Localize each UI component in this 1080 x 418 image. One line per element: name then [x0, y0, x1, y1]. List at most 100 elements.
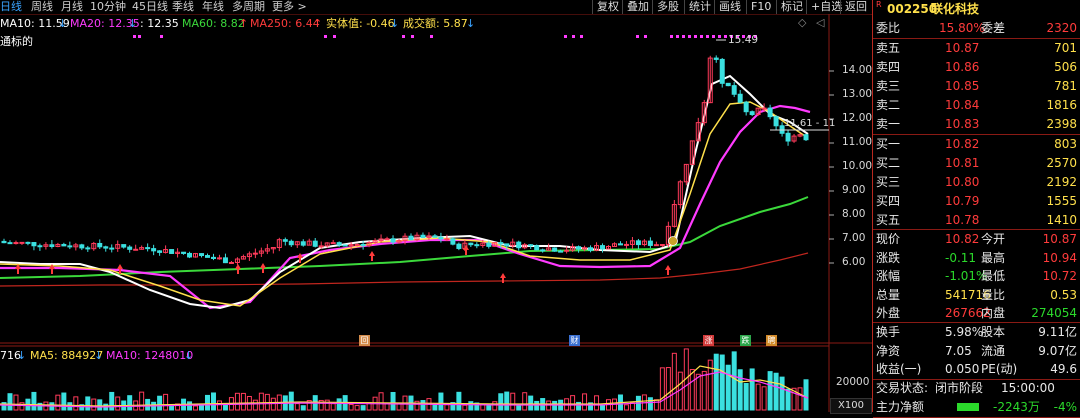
volume-bar — [258, 392, 264, 411]
candle-body — [318, 245, 324, 248]
volume-bar — [234, 392, 240, 411]
volume-bar — [13, 394, 19, 411]
vol-ma5-value: MA5: 884927 — [30, 349, 104, 362]
overlay-button[interactable]: 叠加 — [622, 0, 653, 14]
tab-yearly[interactable]: 年线 — [202, 0, 224, 14]
volume-bar — [294, 403, 300, 411]
bid-row: 买一 10.82 803 — [873, 135, 1080, 154]
fin-value: 49.6 — [1050, 362, 1077, 376]
signal-dot — [636, 35, 639, 38]
fin-row: 净资 7.05 流通 9.07亿 — [873, 342, 1080, 361]
volume-bar — [216, 400, 222, 411]
candle-body — [653, 244, 659, 247]
tab-quarterly[interactable]: 季线 — [172, 0, 194, 14]
tab-45day[interactable]: 45日线 — [132, 0, 168, 14]
vol-ma10-arrow: ↓ — [184, 349, 194, 362]
bid-row: 买五 10.78 1410 — [873, 211, 1080, 230]
tab-daily[interactable]: 日线 — [0, 0, 22, 14]
event-icon-limit-down[interactable]: 跌 — [740, 335, 751, 346]
candle-body — [617, 243, 623, 246]
multi-stock-button[interactable]: 多股 — [652, 0, 683, 14]
up-arrow-icon — [260, 263, 266, 273]
quote-row: 外盘 267662 内盘 274054 — [873, 304, 1080, 323]
up-arrow-icon — [463, 245, 469, 255]
quote-label: 今开 — [981, 232, 1006, 246]
fin-row: 收益(一) 0.050 PE(动) 49.6 — [873, 360, 1080, 379]
flow-label: 主力净额 — [876, 400, 925, 414]
volume-bar — [97, 399, 103, 411]
volume-bar — [139, 391, 145, 411]
volume-bar — [498, 393, 504, 411]
volume-bar — [528, 395, 534, 411]
signal-dot — [430, 35, 433, 38]
volume-bar — [462, 404, 468, 411]
candle-body — [450, 238, 456, 245]
candle-body — [216, 257, 222, 260]
volume-bar — [504, 391, 510, 411]
price-tick: 14.00 — [842, 64, 873, 76]
event-icon-hire[interactable]: 聘 — [766, 335, 777, 346]
stats-button[interactable]: 统计 — [684, 0, 715, 14]
volume-bar — [689, 369, 695, 411]
candle-body — [103, 246, 109, 249]
signal-dot — [670, 35, 673, 38]
volume-bar — [623, 404, 629, 411]
signal-dots — [133, 35, 757, 38]
candle-body — [151, 248, 157, 252]
right-marker-label: 11.61 - 11 — [784, 118, 835, 129]
f10-button[interactable]: F10 — [746, 0, 775, 14]
tab-more[interactable]: 更多 > — [272, 0, 307, 14]
ask-volume: 781 — [1054, 79, 1077, 93]
candle-body — [199, 253, 205, 257]
candle-body — [576, 246, 582, 250]
volume-bar — [187, 401, 193, 411]
ask-volume: 1816 — [1046, 98, 1077, 112]
candle-body — [228, 261, 234, 264]
tab-10min[interactable]: 10分钟 — [90, 0, 126, 14]
candle-body — [803, 134, 809, 141]
tab-multi-period[interactable]: 多周期 — [232, 0, 265, 14]
ask-price: 10.87 — [945, 41, 980, 55]
candle-body — [390, 238, 396, 243]
candle-body — [737, 93, 743, 103]
event-icon-limit-up[interactable]: 涨 — [703, 335, 714, 346]
candle-body — [61, 243, 67, 247]
stock-name: 联化科技 — [931, 2, 980, 16]
volume-bar — [7, 393, 13, 411]
mark-button[interactable]: 标记 — [776, 0, 807, 14]
tab-weekly[interactable]: 周线 — [31, 0, 53, 14]
volume-bar — [348, 404, 354, 411]
stock-header: R 002250 联化科技 — [873, 0, 1080, 18]
weicha-label: 委差 — [981, 21, 1006, 35]
vol-arrow: ↓ — [17, 349, 27, 362]
candle-body — [1, 240, 7, 244]
draw-line-button[interactable]: 画线 — [714, 0, 745, 14]
volume-bar — [797, 387, 803, 411]
quote-label: 现价 — [876, 232, 901, 246]
volume-bar — [19, 402, 25, 411]
back-button[interactable]: 返回 — [840, 0, 871, 14]
quote-value: 0.53 — [1050, 287, 1077, 302]
bid-row: 买二 10.81 2570 — [873, 154, 1080, 173]
fuquan-button[interactable]: 复权 — [592, 0, 623, 14]
volume-bar — [31, 391, 37, 411]
tab-monthly[interactable]: 月线 — [61, 0, 83, 14]
signal-dot — [688, 35, 691, 38]
candle-body — [157, 250, 163, 253]
signal-dot — [133, 35, 136, 38]
candle-body — [7, 242, 13, 245]
fin-label: 换手 — [876, 325, 901, 339]
event-icon-financial[interactable]: 财 — [569, 335, 580, 346]
volume-bar — [767, 371, 773, 411]
volume-bar — [743, 382, 749, 411]
signal-dot — [700, 35, 703, 38]
candle-body — [67, 245, 73, 248]
volume-bar — [288, 391, 294, 411]
volume-bar — [773, 372, 779, 411]
flow-bar — [957, 403, 979, 411]
event-icon-buyback[interactable]: 回 — [359, 335, 370, 346]
candle-body — [743, 101, 749, 113]
signal-dot — [712, 35, 715, 38]
quote-label: 最低 — [981, 269, 1006, 283]
candle-body — [204, 255, 210, 258]
